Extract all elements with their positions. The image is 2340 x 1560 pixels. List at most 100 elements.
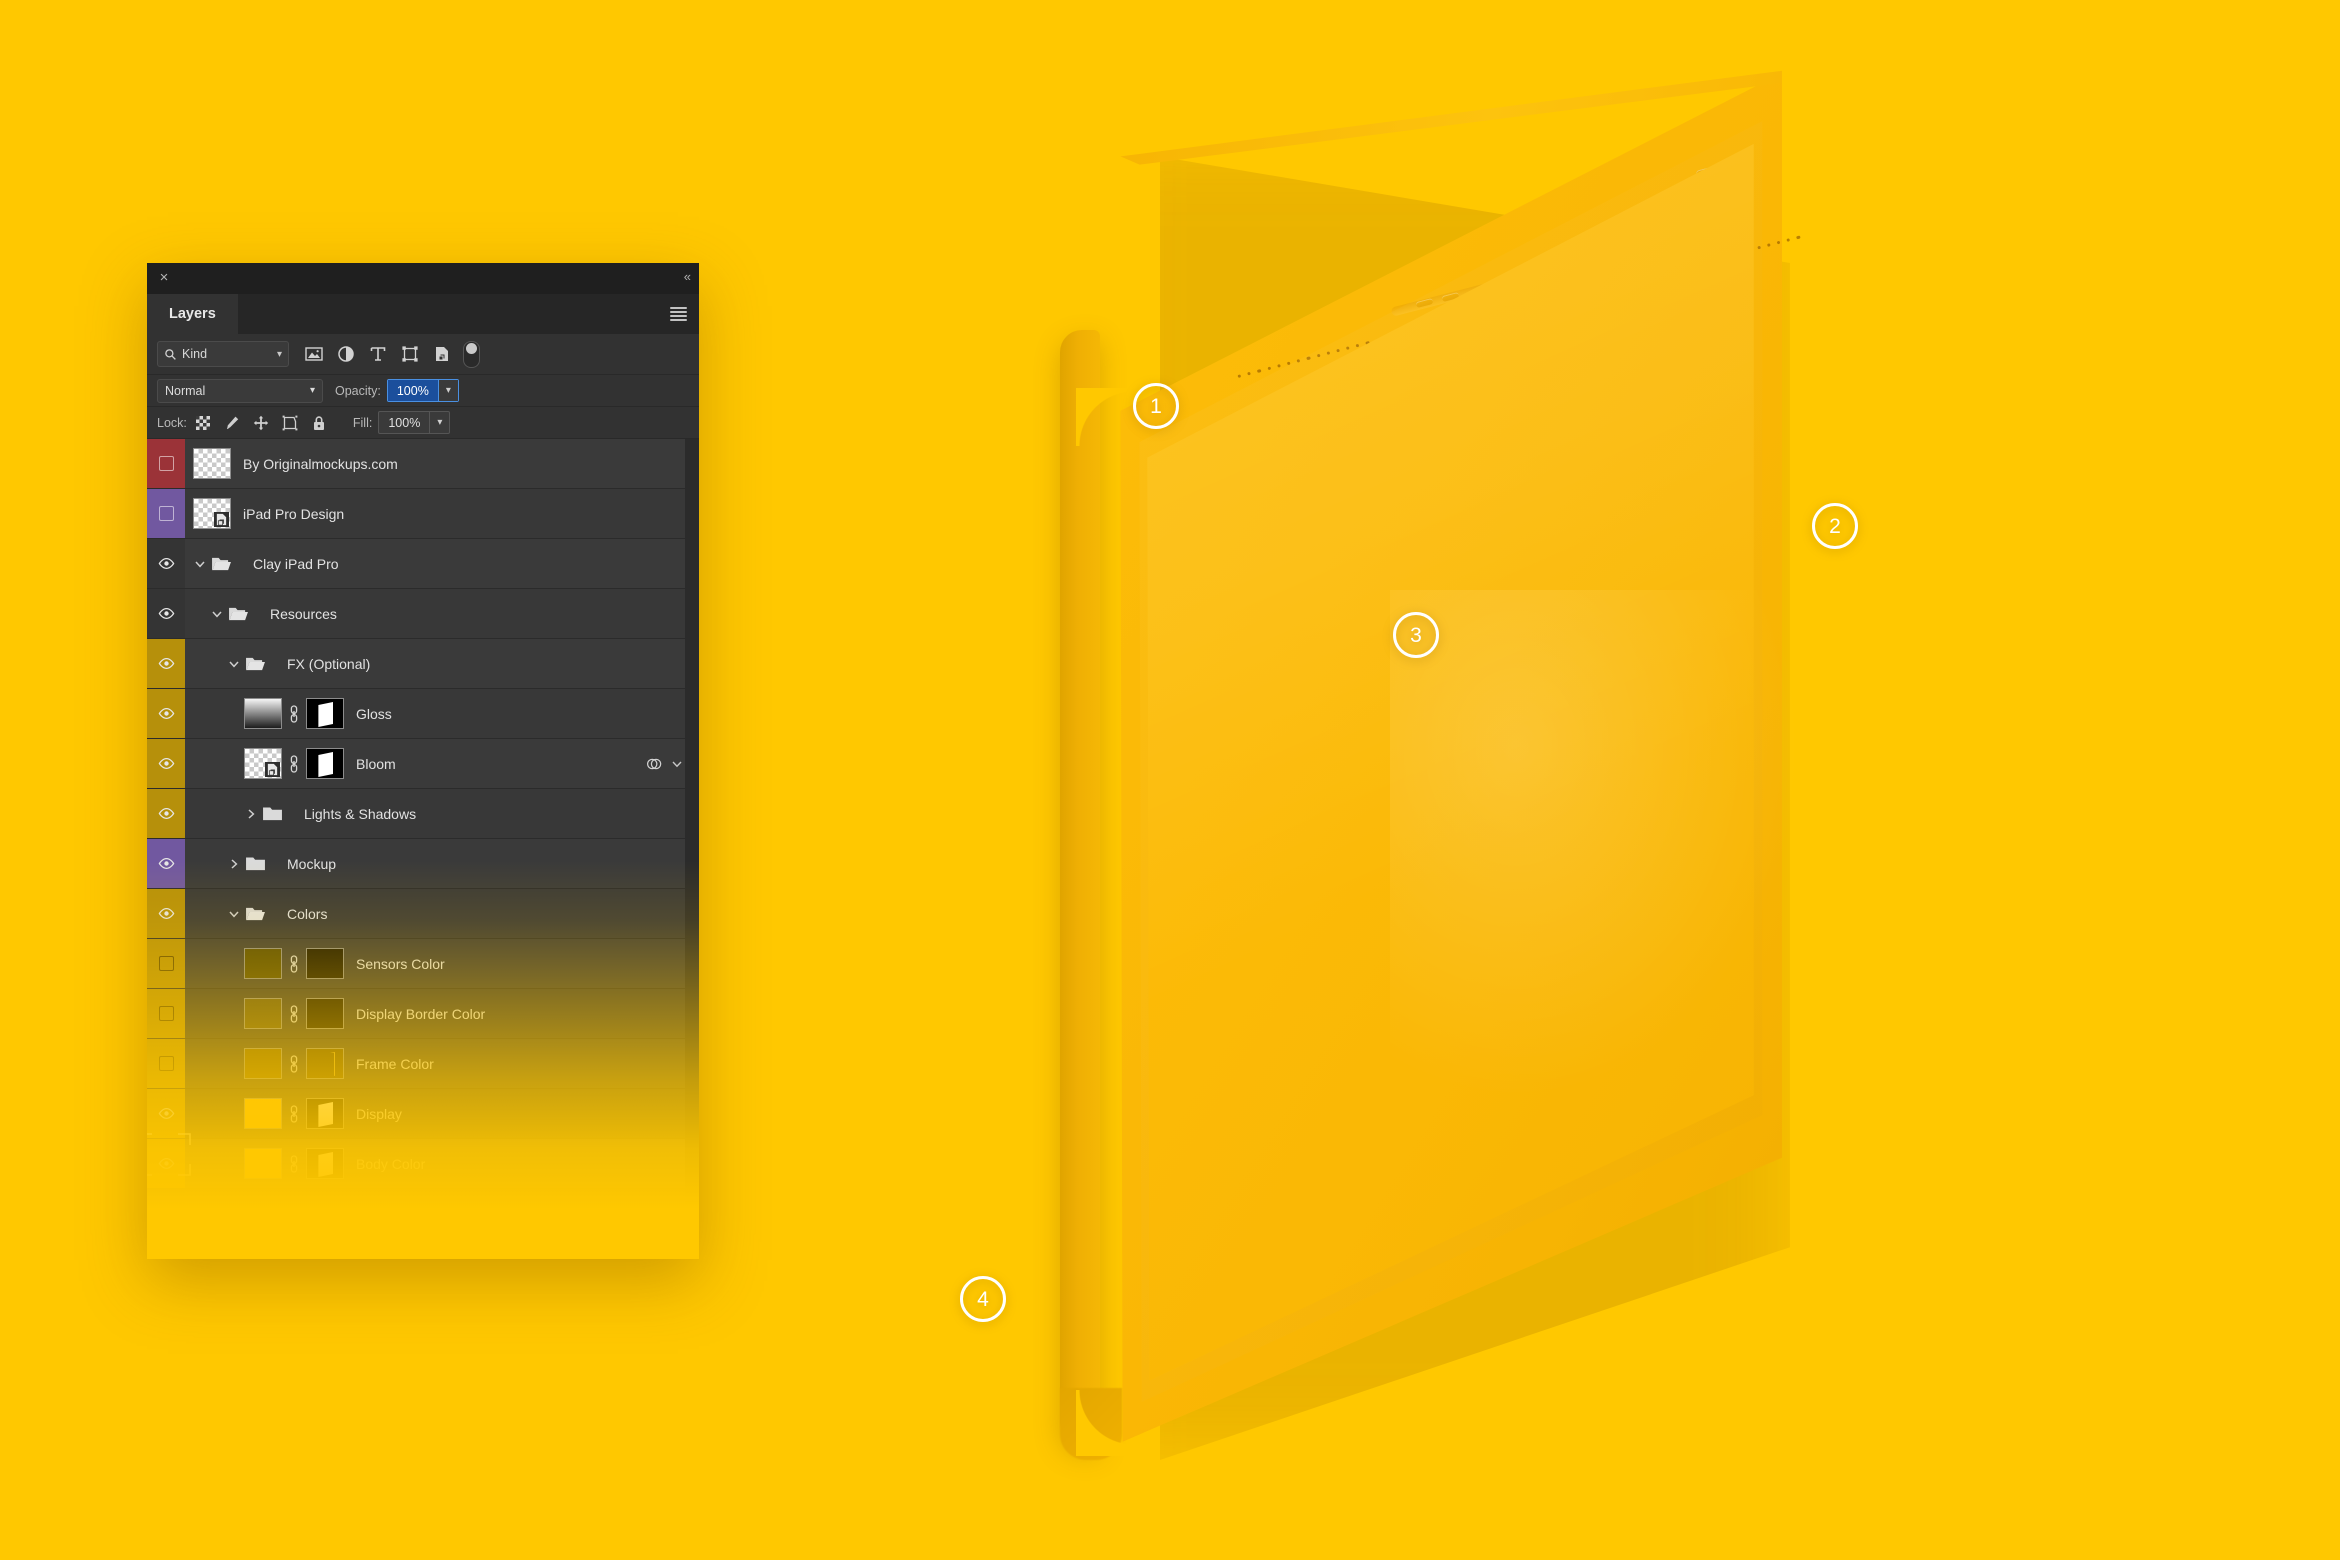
layer-row[interactable]: Lights & Shadows	[147, 789, 699, 839]
adjustment-layer-filter-icon[interactable]	[337, 345, 355, 363]
eye-visibility-icon[interactable]	[158, 908, 175, 919]
layer-color-label[interactable]	[147, 839, 185, 888]
eye-visibility-icon[interactable]	[158, 558, 175, 569]
eye-visibility-icon[interactable]	[158, 1108, 175, 1119]
link-mask-icon[interactable]	[288, 1154, 300, 1174]
fill-stepper-chevron-down-icon[interactable]: ▾	[429, 412, 449, 433]
callout-marker-4[interactable]: 4	[960, 1276, 1006, 1322]
layer-color-label[interactable]	[147, 1189, 185, 1238]
eye-visibility-icon[interactable]	[158, 1208, 175, 1219]
layer-row[interactable]: Sensors Color	[147, 939, 699, 989]
layer-thumbnail[interactable]	[244, 698, 282, 729]
eye-visibility-icon[interactable]	[158, 758, 175, 769]
collapse-panel-icon[interactable]: «	[684, 269, 691, 284]
eye-visibility-icon[interactable]	[158, 1258, 175, 1259]
tab-layers[interactable]: Layers	[147, 294, 238, 334]
fill-field[interactable]: 100% ▾	[378, 411, 451, 434]
link-mask-icon[interactable]	[288, 704, 300, 724]
layer-row[interactable]: FX (Optional)	[147, 639, 699, 689]
callout-marker-2[interactable]: 2	[1812, 503, 1858, 549]
chevron-right-icon[interactable]	[193, 1257, 207, 1260]
chevron-down-icon[interactable]	[671, 758, 683, 770]
lock-all-icon[interactable]	[311, 415, 327, 431]
layer-color-label[interactable]	[147, 1239, 185, 1259]
lock-image-pixels-icon[interactable]	[224, 415, 240, 431]
eye-visibility-icon-hidden[interactable]	[158, 506, 174, 521]
filter-kind-select[interactable]: Kind ▾	[157, 341, 289, 367]
layer-mask-thumbnail[interactable]	[306, 1048, 344, 1079]
layer-color-label[interactable]	[147, 1089, 185, 1138]
eye-visibility-icon[interactable]	[158, 808, 175, 819]
shape-layer-filter-icon[interactable]	[401, 345, 419, 363]
layer-row[interactable]: iPad Pro Design	[147, 489, 699, 539]
layer-row[interactable]: Body Color	[147, 1133, 699, 1189]
fill-input[interactable]: 100%	[379, 412, 429, 433]
layer-row[interactable]: Colors	[147, 889, 699, 939]
layer-mask-thumbnail[interactable]	[306, 948, 344, 979]
eye-visibility-icon[interactable]	[158, 658, 175, 669]
opacity-field[interactable]: 100% ▾	[386, 379, 459, 402]
layer-color-label[interactable]	[147, 989, 185, 1038]
eye-visibility-icon[interactable]	[158, 858, 175, 869]
layer-mask-thumbnail[interactable]	[306, 698, 344, 729]
layer-color-label[interactable]	[147, 789, 185, 838]
layer-color-label[interactable]	[147, 539, 185, 588]
lock-transparent-pixels-icon[interactable]	[195, 415, 211, 431]
link-mask-icon[interactable]	[288, 954, 300, 974]
lock-artboard-nesting-icon[interactable]	[282, 415, 298, 431]
layer-mask-thumbnail[interactable]	[306, 1148, 344, 1179]
layer-color-label[interactable]	[147, 739, 185, 788]
layer-mask-thumbnail[interactable]	[306, 1098, 344, 1129]
layer-thumbnail[interactable]	[244, 748, 282, 779]
link-mask-icon[interactable]	[288, 1004, 300, 1024]
layer-thumbnail[interactable]	[244, 948, 282, 979]
blend-mode-select[interactable]: Normal ▾	[157, 378, 323, 403]
layer-row[interactable]: Shadow	[147, 1189, 699, 1239]
link-mask-icon[interactable]	[288, 754, 300, 774]
type-layer-filter-icon[interactable]	[369, 345, 387, 363]
eye-visibility-icon-hidden[interactable]	[158, 456, 174, 471]
callout-marker-3[interactable]: 3	[1393, 612, 1439, 658]
chevron-down-icon[interactable]	[227, 907, 241, 921]
layer-color-label[interactable]	[147, 489, 185, 538]
link-mask-icon[interactable]	[288, 1054, 300, 1074]
close-icon[interactable]: ×	[156, 270, 172, 286]
layer-row[interactable]: Gloss	[147, 689, 699, 739]
layer-row[interactable]: Clay iPad Pro	[147, 539, 699, 589]
layer-mask-thumbnail[interactable]	[306, 998, 344, 1029]
layer-color-label[interactable]	[147, 639, 185, 688]
callout-marker-1[interactable]: 1	[1133, 383, 1179, 429]
layer-mask-thumbnail[interactable]	[306, 748, 344, 779]
eye-visibility-icon-hidden[interactable]	[158, 1006, 174, 1021]
chevron-down-icon[interactable]	[193, 557, 207, 571]
layer-thumbnail[interactable]	[244, 1048, 282, 1079]
layer-color-label[interactable]	[147, 589, 185, 638]
layer-list-scrollbar[interactable]	[685, 439, 699, 1259]
layer-color-label[interactable]	[147, 939, 185, 988]
eye-visibility-icon[interactable]	[158, 1158, 175, 1169]
layer-color-label[interactable]	[147, 1139, 185, 1188]
layer-thumbnail[interactable]	[193, 498, 231, 529]
chevron-down-icon[interactable]	[227, 657, 241, 671]
pixel-layer-filter-icon[interactable]	[305, 345, 323, 363]
layer-row[interactable]: By Originalmockups.com	[147, 439, 699, 489]
chevron-right-icon[interactable]	[210, 1207, 224, 1221]
lock-position-icon[interactable]	[253, 415, 269, 431]
eye-visibility-icon[interactable]	[158, 608, 175, 619]
eye-visibility-icon-hidden[interactable]	[158, 956, 174, 971]
layer-row[interactable]: Display Border Color	[147, 989, 699, 1039]
layer-row[interactable]: Bloom	[147, 739, 699, 789]
layer-row[interactable]: Background	[147, 1239, 699, 1259]
chevron-right-icon[interactable]	[227, 857, 241, 871]
blending-options-icon[interactable]	[646, 756, 662, 772]
layer-color-label[interactable]	[147, 689, 185, 738]
smart-object-filter-icon[interactable]	[433, 345, 451, 363]
layer-thumbnail[interactable]	[244, 1098, 282, 1129]
layer-color-label[interactable]	[147, 439, 185, 488]
chevron-down-icon[interactable]	[210, 607, 224, 621]
layer-row[interactable]: Frame Color	[147, 1039, 699, 1089]
filter-enable-toggle[interactable]	[463, 340, 480, 368]
eye-visibility-icon-hidden[interactable]	[158, 1056, 174, 1071]
panel-menu-icon[interactable]	[670, 307, 687, 321]
chevron-right-icon[interactable]	[244, 807, 258, 821]
